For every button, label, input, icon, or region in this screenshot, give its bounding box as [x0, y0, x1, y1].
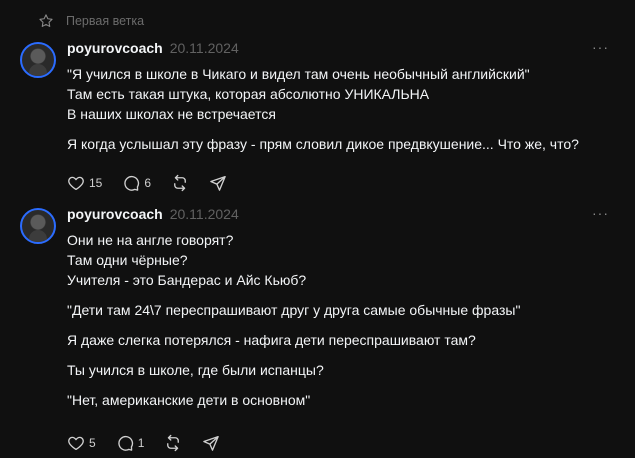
post-actions: 15 6 [67, 173, 247, 193]
post-line: "Нет, американские дети в основном" [67, 392, 311, 408]
reply-button[interactable]: 1 [116, 434, 145, 452]
send-icon [210, 175, 226, 191]
avatar[interactable] [20, 42, 56, 78]
thread-header: Первая ветка [38, 10, 144, 32]
post-line: Я когда услышал эту фразу - прям словил … [67, 136, 579, 152]
post-text: Они не на англе говорят? Там одни чёрные… [67, 230, 622, 410]
heart-icon [68, 436, 84, 451]
reply-count: 1 [137, 436, 145, 450]
username[interactable]: poyurovcoach [67, 206, 163, 222]
like-count: 5 [89, 436, 96, 450]
post-line: Там есть такая штука, которая абсолютно … [67, 86, 430, 102]
post-line: Я даже слегка потерялся - нафига дети пе… [67, 332, 476, 348]
star-icon[interactable] [38, 13, 54, 29]
share-button[interactable] [202, 434, 220, 452]
more-dots-icon[interactable]: ··· [592, 40, 608, 56]
repost-icon [167, 434, 180, 452]
like-count: 15 [89, 176, 103, 190]
reply-count: 6 [144, 176, 152, 190]
timestamp: 20.11.2024 [169, 40, 239, 56]
repost-button[interactable] [164, 434, 182, 452]
post-line: "Дети там 24\7 переспрашивают друг у дру… [67, 302, 521, 318]
post-line: Они не на англе говорят? [67, 232, 234, 248]
heart-icon [68, 176, 84, 191]
thread-title: Первая ветка [66, 14, 145, 28]
like-button[interactable]: 5 [67, 434, 96, 452]
post-text: "Я учился в школе в Чикаго и видел там о… [67, 64, 622, 154]
comment-icon [124, 175, 140, 191]
post-line: Ты учился в школе, где были испанцы? [67, 362, 324, 378]
timestamp: 20.11.2024 [169, 206, 239, 222]
like-button[interactable]: 15 [67, 174, 102, 192]
comment-icon [118, 435, 133, 451]
post-line: Учителя - это Бандерас и Айс Кьюб? [67, 272, 307, 288]
reply-button[interactable]: 6 [122, 174, 151, 192]
repost-icon [174, 174, 186, 192]
more-dots-icon[interactable]: ··· [592, 206, 608, 222]
post-line: В наших школах не встречается [67, 106, 276, 122]
avatar[interactable] [20, 208, 56, 244]
post-actions: 5 1 [67, 433, 240, 453]
post-line: Там одни чёрные? [67, 252, 188, 268]
send-icon [203, 435, 220, 451]
share-button[interactable] [209, 174, 227, 192]
post-line: "Я учился в школе в Чикаго и видел там о… [67, 66, 530, 82]
repost-button[interactable] [171, 174, 189, 192]
username[interactable]: poyurovcoach [67, 40, 163, 56]
